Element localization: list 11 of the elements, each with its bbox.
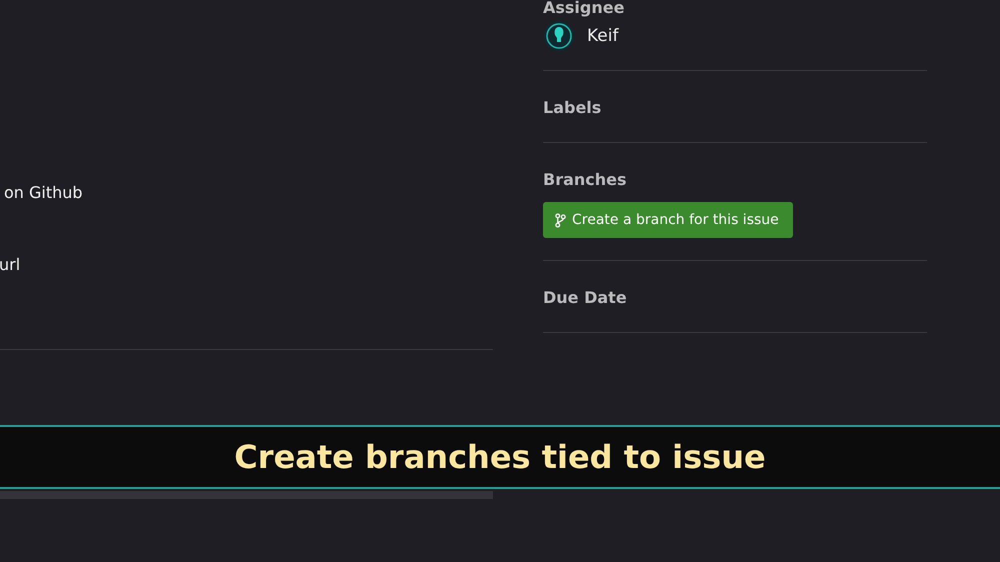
caption-text: Create branches tied to issue [234,438,766,476]
branch-icon [555,212,566,228]
assignee-name: Keif [587,26,618,46]
section-heading: Branches [543,169,628,191]
description-text: on Github [4,182,84,204]
section-heading: Assignee [543,0,626,18]
description-text: url [0,254,22,276]
create-branch-button[interactable]: Create a branch for this issue [543,202,793,238]
section-heading: Labels [543,97,602,119]
avatar-icon [543,20,575,52]
section-heading: Due Date [543,287,628,309]
